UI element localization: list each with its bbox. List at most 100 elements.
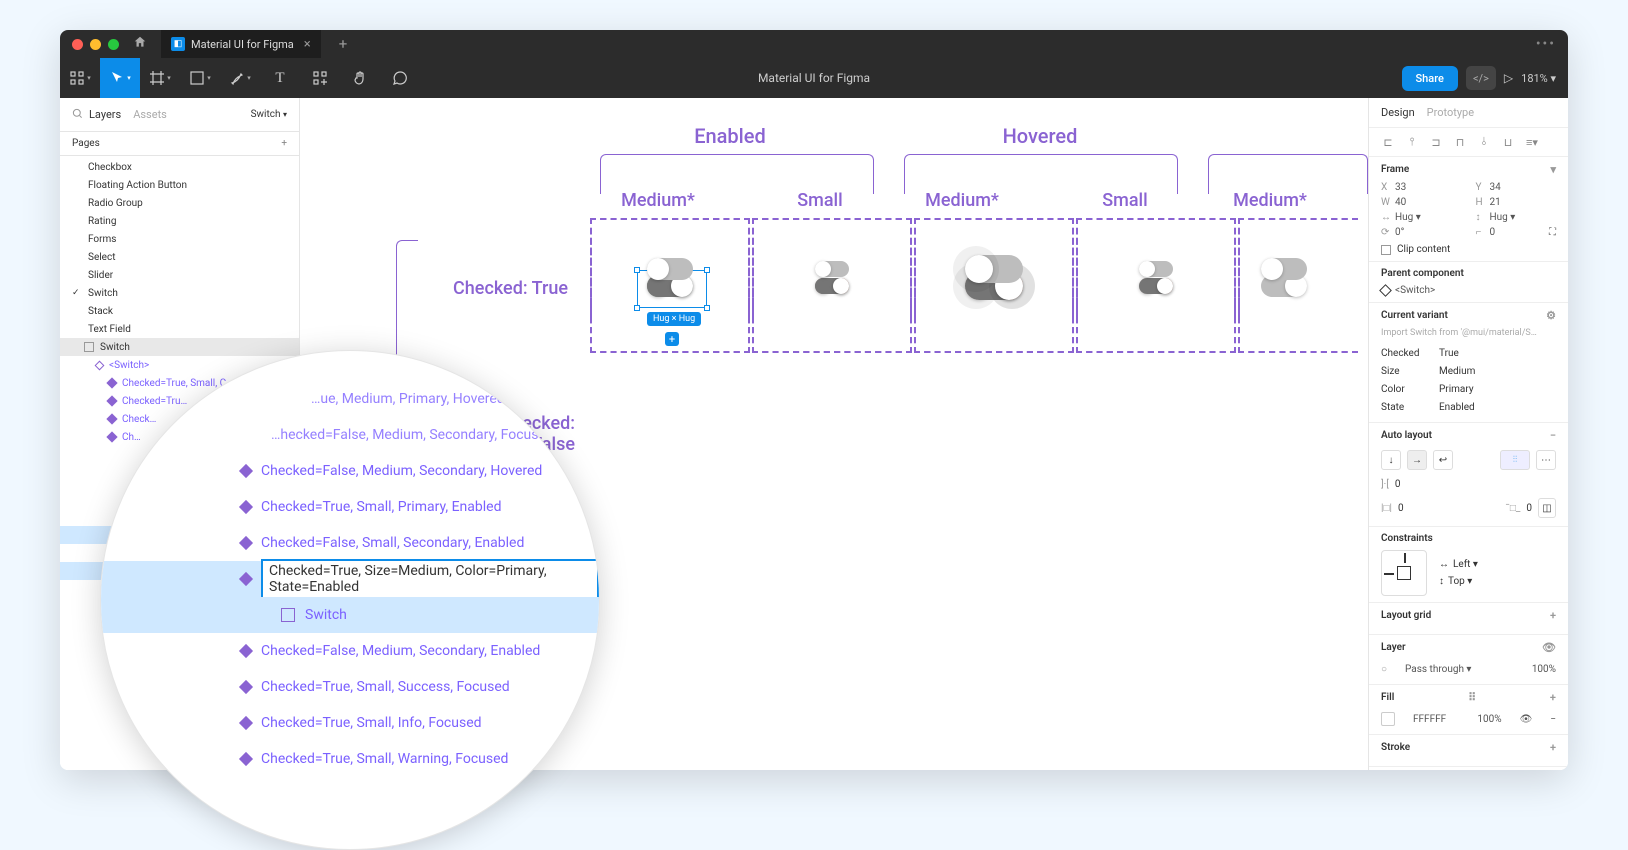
variant-layer-selected[interactable]: Checked=True, Size=Medium, Color=Primary… bbox=[101, 561, 599, 597]
variant-state[interactable]: Enabled bbox=[1439, 402, 1475, 413]
home-icon[interactable] bbox=[133, 35, 147, 53]
add-page-button[interactable]: + bbox=[281, 138, 287, 149]
child-layer[interactable]: Switch bbox=[101, 597, 599, 633]
frame-layer[interactable]: Switch bbox=[60, 338, 299, 356]
page-item[interactable]: Radio Group bbox=[60, 194, 299, 212]
distribute-icon[interactable]: ≡▾ bbox=[1523, 134, 1541, 150]
variant-layer[interactable]: Checked=True, Small, Primary, Enabled bbox=[101, 489, 599, 525]
page-item[interactable]: Text Field bbox=[60, 320, 299, 338]
opacity-input[interactable]: 100% bbox=[1532, 664, 1556, 675]
variant-layer[interactable]: Checked=True, Small, Warning, Focused bbox=[101, 741, 599, 777]
frame-caret-icon[interactable]: ▾ bbox=[1550, 163, 1556, 176]
align-bottom-icon[interactable]: ⊔ bbox=[1499, 134, 1517, 150]
move-tool[interactable]: ▾ bbox=[100, 58, 140, 98]
close-window-icon[interactable] bbox=[72, 39, 83, 50]
direction-vertical[interactable]: ↓ bbox=[1381, 450, 1401, 470]
alignment-box[interactable]: ⫶⫶ bbox=[1500, 450, 1530, 470]
w-resize-mode[interactable]: Hug ▾ bbox=[1395, 212, 1421, 223]
titlebar-more-icon[interactable]: ••• bbox=[1536, 36, 1556, 52]
y-input[interactable]: 34 bbox=[1490, 182, 1501, 193]
page-item-current[interactable]: Switch bbox=[60, 284, 299, 302]
align-left-icon[interactable]: ⊏ bbox=[1379, 134, 1397, 150]
document-title[interactable]: Material UI for Figma bbox=[758, 71, 870, 85]
shape-tool[interactable]: ▾ bbox=[180, 58, 220, 98]
constraint-h[interactable]: Left ▾ bbox=[1453, 559, 1478, 570]
window-traffic-lights[interactable] bbox=[72, 39, 119, 50]
variant-size[interactable]: Medium bbox=[1439, 366, 1475, 377]
close-tab-icon[interactable]: × bbox=[304, 37, 311, 52]
variant-layer[interactable]: …hecked=False, Medium, Secondary, Focuse… bbox=[101, 417, 599, 453]
minimize-window-icon[interactable] bbox=[90, 39, 101, 50]
text-tool[interactable]: T bbox=[260, 58, 300, 98]
direction-wrap[interactable]: ↩ bbox=[1433, 450, 1453, 470]
padding-h-input[interactable]: 0 bbox=[1398, 503, 1404, 514]
page-item[interactable]: Forms bbox=[60, 230, 299, 248]
assets-tab[interactable]: Assets bbox=[133, 108, 167, 121]
main-menu-button[interactable]: ▾ bbox=[60, 58, 100, 98]
page-item[interactable]: Floating Action Button bbox=[60, 176, 299, 194]
comment-tool[interactable] bbox=[380, 58, 420, 98]
radius-expand-icon[interactable]: ⛶ bbox=[1549, 227, 1556, 238]
remove-fill-icon[interactable]: − bbox=[1550, 714, 1556, 725]
h-input[interactable]: 21 bbox=[1490, 197, 1501, 208]
variant-cell[interactable] bbox=[590, 218, 750, 318]
variant-cell[interactable] bbox=[752, 218, 912, 318]
add-stroke-icon[interactable]: + bbox=[1550, 741, 1556, 754]
design-tab[interactable]: Design bbox=[1381, 106, 1415, 119]
padding-expand-icon[interactable]: ◫ bbox=[1538, 498, 1556, 518]
page-item[interactable]: Checkbox bbox=[60, 158, 299, 176]
fill-hex[interactable]: FFFFFF bbox=[1413, 714, 1446, 725]
variant-checked[interactable]: True bbox=[1439, 348, 1459, 359]
w-input[interactable]: 40 bbox=[1395, 197, 1406, 208]
rotation-input[interactable]: 0° bbox=[1395, 227, 1404, 238]
layers-tab[interactable]: Layers bbox=[89, 108, 121, 121]
variant-cell[interactable] bbox=[914, 218, 1074, 318]
variant-layer[interactable]: Checked=True, Small, Success, Focused bbox=[101, 669, 599, 705]
parent-component-link[interactable]: <Switch> bbox=[1381, 285, 1556, 296]
blend-mode[interactable]: Pass through ▾ bbox=[1405, 664, 1471, 675]
variant-cell[interactable] bbox=[1238, 218, 1358, 318]
page-item[interactable]: Rating bbox=[60, 212, 299, 230]
hand-tool[interactable] bbox=[340, 58, 380, 98]
remove-autolayout-icon[interactable]: − bbox=[1550, 429, 1556, 442]
document-tab[interactable]: ◧ Material UI for Figma × bbox=[161, 30, 321, 58]
prototype-tab[interactable]: Prototype bbox=[1427, 106, 1474, 119]
resources-tool[interactable] bbox=[300, 58, 340, 98]
variant-layer[interactable]: Checked=False, Small, Secondary, Enabled bbox=[101, 525, 599, 561]
fill-opacity[interactable]: 100% bbox=[1477, 714, 1501, 725]
variant-layer[interactable]: …ue, Medium, Primary, Hovered bbox=[101, 381, 599, 417]
variant-color[interactable]: Primary bbox=[1439, 384, 1474, 395]
zoom-level[interactable]: 181% ▾ bbox=[1521, 72, 1556, 85]
maximize-window-icon[interactable] bbox=[108, 39, 119, 50]
add-fill-icon[interactable]: + bbox=[1550, 691, 1556, 704]
variant-layer[interactable]: Checked=True, Small, Info, Focused bbox=[101, 705, 599, 741]
variant-settings-icon[interactable]: ⚙ bbox=[1546, 309, 1556, 322]
pen-tool[interactable]: ▾ bbox=[220, 58, 260, 98]
page-item[interactable]: Stack bbox=[60, 302, 299, 320]
align-top-icon[interactable]: ⊓ bbox=[1451, 134, 1469, 150]
direction-horizontal[interactable]: → bbox=[1407, 450, 1427, 470]
fill-styles-icon[interactable]: ⠿ bbox=[1468, 691, 1476, 704]
fill-swatch[interactable] bbox=[1381, 712, 1395, 726]
padding-v-input[interactable]: 0 bbox=[1526, 503, 1532, 514]
frame-tool[interactable]: ▾ bbox=[140, 58, 180, 98]
gap-input[interactable]: 0 bbox=[1395, 479, 1401, 490]
clip-checkbox[interactable] bbox=[1381, 245, 1391, 255]
present-icon[interactable]: ▷ bbox=[1504, 71, 1513, 85]
h-resize-mode[interactable]: Hug ▾ bbox=[1490, 212, 1516, 223]
layer-rename-input[interactable]: Checked=True, Size=Medium, Color=Primary… bbox=[261, 559, 599, 599]
search-icon[interactable] bbox=[72, 108, 83, 122]
align-center-h-icon[interactable]: ⫯ bbox=[1403, 134, 1421, 150]
radius-input[interactable]: 0 bbox=[1490, 227, 1496, 238]
fill-visibility-icon[interactable]: 👁 bbox=[1520, 714, 1533, 725]
constraint-v[interactable]: Top ▾ bbox=[1448, 576, 1472, 587]
variant-layer[interactable]: Checked=False, Medium, Secondary, Hovere… bbox=[101, 453, 599, 489]
autolayout-more-icon[interactable]: ⋯ bbox=[1536, 450, 1556, 470]
align-center-v-icon[interactable]: ⫰ bbox=[1475, 134, 1493, 150]
align-right-icon[interactable]: ⊐ bbox=[1427, 134, 1445, 150]
variant-cell[interactable] bbox=[1076, 218, 1236, 318]
add-tab-button[interactable]: + bbox=[339, 35, 348, 53]
share-button[interactable]: Share bbox=[1402, 66, 1458, 91]
constraints-widget[interactable] bbox=[1381, 550, 1427, 596]
add-grid-icon[interactable]: + bbox=[1550, 609, 1556, 622]
